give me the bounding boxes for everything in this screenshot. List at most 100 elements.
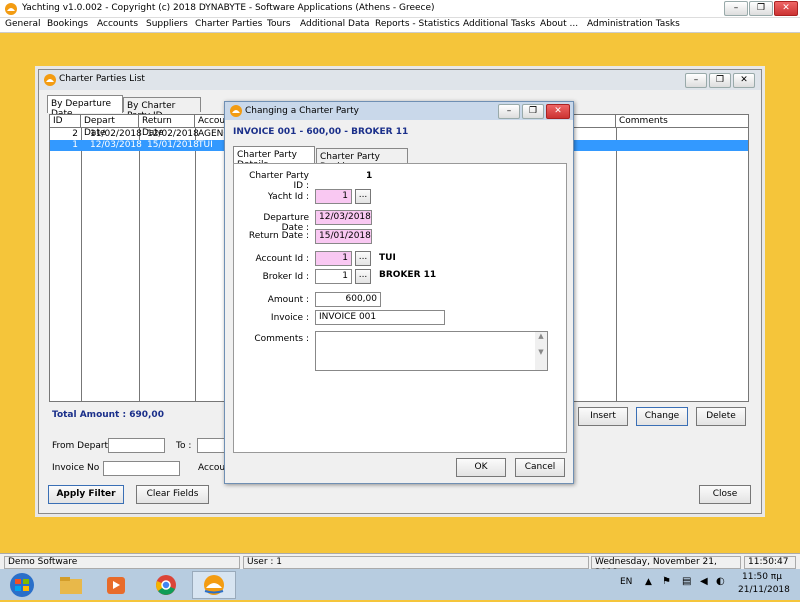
broker-name: BROKER 11 bbox=[379, 270, 437, 280]
maximize-icon[interactable]: ❐ bbox=[749, 1, 773, 16]
row-account: TUI bbox=[198, 140, 213, 150]
change-charter-party-dialog: Changing a Charter Party – ❐ ✕ INVOICE 0… bbox=[224, 101, 574, 484]
status-user: User : 1 bbox=[243, 556, 589, 569]
invoice-input[interactable]: INVOICE 001 bbox=[315, 310, 445, 325]
comments-textarea[interactable]: ▲ ▼ bbox=[315, 331, 548, 371]
row-id: 2 bbox=[72, 129, 78, 139]
dialog-heading: INVOICE 001 - 600,00 - BROKER 11 bbox=[233, 127, 409, 137]
flag-icon[interactable]: ⚑ bbox=[662, 576, 671, 587]
menu-reports[interactable]: Reports - Statistics bbox=[375, 19, 460, 29]
chrome-icon[interactable] bbox=[146, 571, 186, 599]
return-date-label: Return Date : bbox=[248, 231, 309, 241]
start-button-icon[interactable] bbox=[2, 571, 42, 599]
charter-party-id-label: Charter Party ID : bbox=[249, 171, 309, 191]
menu-suppliers[interactable]: Suppliers bbox=[146, 19, 188, 29]
details-panel bbox=[233, 163, 567, 453]
menu-additional-tasks[interactable]: Additional Tasks bbox=[463, 19, 535, 29]
tab-charter-party-details[interactable]: Charter Party Details bbox=[233, 146, 315, 170]
menu-administration[interactable]: Administration Tasks bbox=[587, 19, 680, 29]
clock-time[interactable]: 11:50 πμ bbox=[742, 572, 782, 582]
language-indicator[interactable]: EN bbox=[620, 577, 632, 587]
departure-date-label: Departure Date : bbox=[263, 213, 309, 233]
yacht-id-label: Yacht Id : bbox=[267, 192, 309, 202]
menu-general[interactable]: General bbox=[5, 19, 40, 29]
account-lookup-button[interactable]: ... bbox=[355, 251, 371, 266]
amount-label: Amount : bbox=[267, 295, 309, 305]
menu-charter-parties[interactable]: Charter Parties bbox=[195, 19, 262, 29]
close-button[interactable]: Close bbox=[699, 485, 751, 504]
comments-scrollbar[interactable]: ▲ ▼ bbox=[535, 332, 547, 370]
menu-additional-data[interactable]: Additional Data bbox=[300, 19, 370, 29]
from-depart-label: From Depart : bbox=[52, 441, 114, 451]
show-hidden-icons[interactable]: ▲ bbox=[645, 577, 652, 587]
yachting-app-taskbar-icon[interactable] bbox=[192, 571, 236, 599]
app-icon bbox=[4, 2, 18, 16]
status-date: Wednesday, November 21, 2018 bbox=[591, 556, 741, 578]
tab-by-charter-party-id[interactable]: By Charter Party ID bbox=[123, 97, 201, 121]
change-button[interactable]: Change bbox=[636, 407, 688, 426]
cancel-button[interactable]: Cancel bbox=[515, 458, 565, 477]
minimize-icon[interactable]: – bbox=[498, 104, 520, 119]
account-id-label: Account Id : bbox=[255, 254, 309, 264]
menu-tours[interactable]: Tours bbox=[267, 19, 291, 29]
volume-icon[interactable]: ◀ bbox=[700, 576, 708, 587]
insert-button[interactable]: Insert bbox=[578, 407, 628, 426]
dialog-title-bar: Changing a Charter Party – ❐ ✕ bbox=[225, 102, 573, 120]
clear-fields-button[interactable]: Clear Fields bbox=[136, 485, 209, 504]
column-header-id[interactable]: ID bbox=[50, 115, 81, 128]
total-amount: Total Amount : 690,00 bbox=[52, 410, 164, 420]
ok-button[interactable]: OK bbox=[456, 458, 506, 477]
yacht-lookup-button[interactable]: ... bbox=[355, 189, 371, 204]
comments-label: Comments : bbox=[254, 334, 309, 344]
maximize-icon[interactable]: ❐ bbox=[522, 104, 544, 119]
network-icon[interactable]: ▤ bbox=[682, 576, 691, 587]
to-input[interactable] bbox=[197, 438, 227, 453]
update-icon[interactable]: ◐ bbox=[716, 576, 725, 587]
list-window-title: Charter Parties List bbox=[59, 74, 145, 84]
return-date-input[interactable]: 15/01/2018 bbox=[315, 229, 372, 244]
account-id-input[interactable]: 1 bbox=[315, 251, 352, 266]
row-depart-date: 11/02/2018 bbox=[90, 129, 142, 139]
minimize-icon[interactable]: – bbox=[724, 1, 748, 16]
charter-party-id-value: 1 bbox=[366, 171, 373, 181]
menu-bookings[interactable]: Bookings bbox=[47, 19, 88, 29]
file-explorer-icon[interactable] bbox=[50, 571, 90, 599]
row-id: 1 bbox=[72, 140, 78, 150]
column-header-comments[interactable]: Comments bbox=[616, 115, 748, 128]
delete-button[interactable]: Delete bbox=[696, 407, 746, 426]
account-filter-label: Accou bbox=[198, 463, 226, 473]
invoice-label: Invoice : bbox=[270, 313, 309, 323]
tab-charter-party-bookings[interactable]: Charter Party Bookings bbox=[316, 148, 408, 172]
app-title: Yachting v1.0.002 - Copyright (c) 2018 D… bbox=[22, 3, 435, 13]
broker-lookup-button[interactable]: ... bbox=[355, 269, 371, 284]
broker-id-input[interactable]: 1 bbox=[315, 269, 352, 284]
minimize-icon[interactable]: – bbox=[685, 73, 707, 88]
taskbar: EN ▲ ⚑ ▤ ◀ ◐ 11:50 πμ 21/11/2018 bbox=[0, 569, 800, 600]
close-icon[interactable]: ✕ bbox=[774, 1, 798, 16]
column-header-depart-date[interactable]: Depart Date bbox=[81, 115, 139, 138]
close-icon[interactable]: ✕ bbox=[546, 104, 570, 119]
row-return-date: 12/02/2018 bbox=[147, 129, 199, 139]
status-company: Demo Software bbox=[4, 556, 240, 569]
clock-date[interactable]: 21/11/2018 bbox=[738, 585, 790, 595]
broker-id-label: Broker Id : bbox=[262, 272, 309, 282]
invoice-no-label: Invoice No : bbox=[52, 463, 106, 473]
close-icon[interactable]: ✕ bbox=[733, 73, 755, 88]
yacht-id-input[interactable]: 1 bbox=[315, 189, 352, 204]
tab-by-departure-date[interactable]: By Departure Date bbox=[47, 95, 123, 119]
amount-input[interactable]: 600,00 bbox=[315, 292, 381, 307]
menu-about[interactable]: About ... bbox=[540, 19, 578, 29]
maximize-icon[interactable]: ❐ bbox=[709, 73, 731, 88]
menu-accounts[interactable]: Accounts bbox=[97, 19, 138, 29]
app-icon bbox=[44, 74, 56, 86]
account-name: TUI bbox=[379, 253, 396, 263]
dialog-title: Changing a Charter Party bbox=[245, 106, 359, 116]
column-header-return-date[interactable]: Return Date bbox=[139, 115, 195, 138]
media-player-icon[interactable] bbox=[96, 571, 136, 599]
apply-filter-button[interactable]: Apply Filter bbox=[48, 485, 124, 504]
departure-date-input[interactable]: 12/03/2018 bbox=[315, 210, 372, 225]
from-depart-input[interactable] bbox=[108, 438, 165, 453]
row-depart-date: 12/03/2018 bbox=[90, 140, 142, 150]
to-label: To : bbox=[176, 441, 192, 451]
invoice-no-input[interactable] bbox=[103, 461, 180, 476]
